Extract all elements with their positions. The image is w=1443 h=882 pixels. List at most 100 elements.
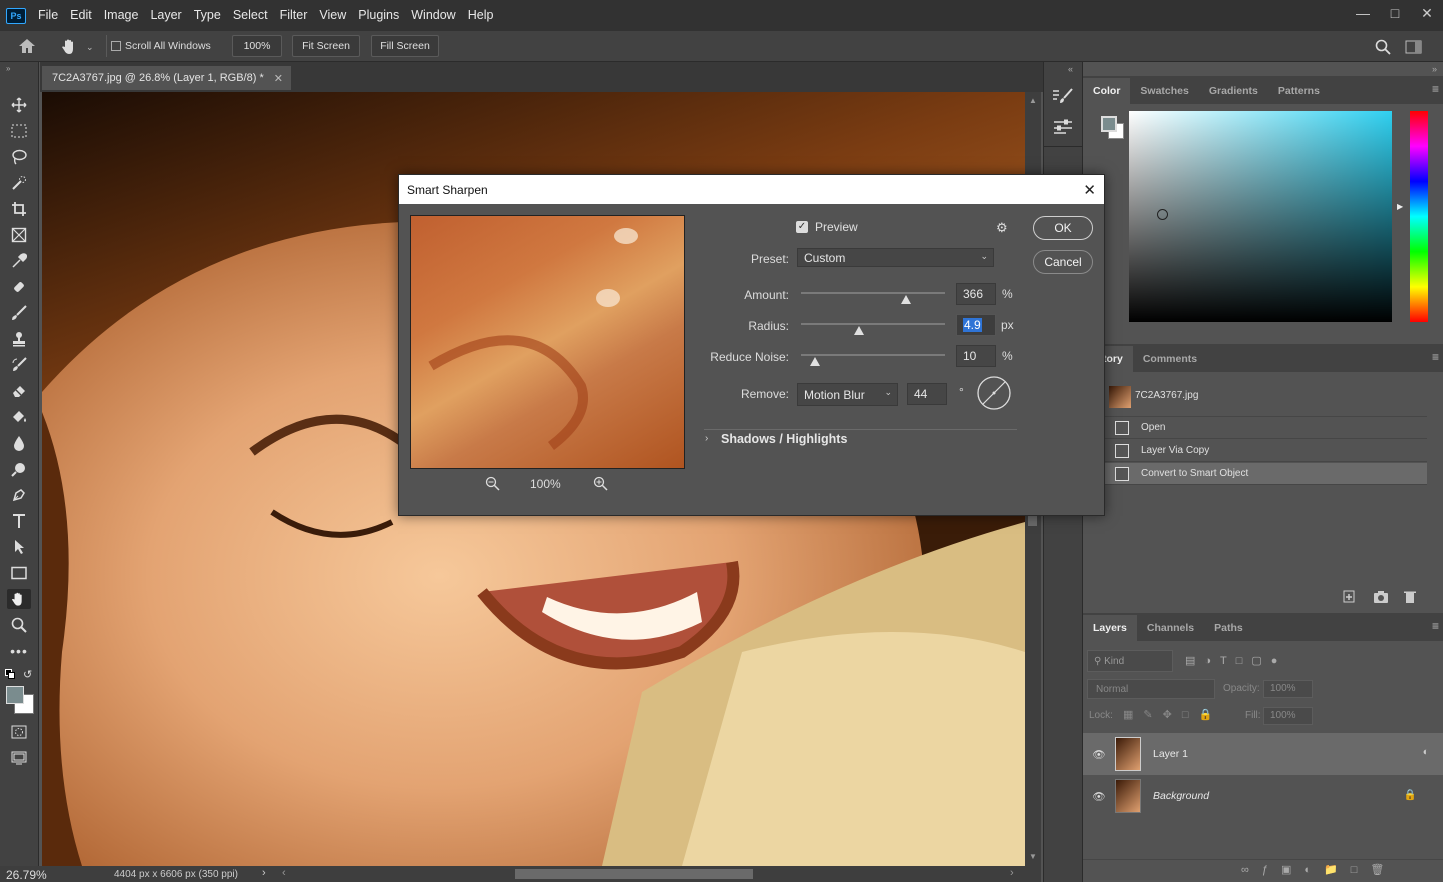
workspace-icon[interactable] (1405, 40, 1423, 54)
more-tools-icon[interactable]: ••• (9, 641, 29, 661)
layer-name[interactable]: Layer 1 (1153, 748, 1188, 760)
cancel-button[interactable]: Cancel (1033, 250, 1093, 274)
maximize-icon[interactable]: □ (1379, 0, 1411, 26)
tab-channels[interactable]: Channels (1137, 615, 1204, 641)
collapse-left-icon[interactable]: « (1068, 64, 1073, 74)
scroll-right-icon[interactable]: › (1010, 867, 1014, 879)
new-document-from-state-icon[interactable] (1341, 590, 1357, 604)
layer-filter-icons[interactable]: ▤◑T□▢● (1185, 654, 1286, 667)
preview-zoom-out-icon[interactable] (485, 476, 500, 491)
type-tool-icon[interactable] (9, 511, 29, 531)
amount-input[interactable]: 366 (956, 283, 996, 305)
collapse-arrows-icon[interactable]: » (6, 64, 10, 73)
chevron-right-icon[interactable]: › (705, 433, 708, 444)
remove-select[interactable]: Motion Blur ⌄ (797, 383, 898, 406)
close-icon[interactable]: ✕ (1411, 0, 1443, 26)
rectangle-tool-icon[interactable] (9, 563, 29, 583)
menu-filter[interactable]: Filter (274, 0, 314, 31)
radius-slider-thumb[interactable] (854, 326, 864, 335)
preview-zoom-in-icon[interactable] (593, 476, 608, 491)
menu-file[interactable]: File (32, 0, 64, 31)
crop-tool-icon[interactable] (9, 199, 29, 219)
color-swatches-fg-bg[interactable] (1101, 114, 1127, 142)
color-picker-cursor[interactable] (1157, 209, 1168, 220)
reduce-noise-input[interactable]: 10 (956, 345, 996, 367)
preset-select[interactable]: Custom ⌄ (797, 248, 994, 267)
swap-colors-icon[interactable]: ↺ (23, 668, 32, 681)
frame-tool-icon[interactable] (9, 225, 29, 245)
quick-selection-tool-icon[interactable] (9, 173, 29, 193)
menu-select[interactable]: Select (227, 0, 274, 31)
fill-input[interactable]: 100% (1263, 707, 1313, 725)
layer-row-background[interactable]: 👁 Background 🔒 (1083, 775, 1443, 817)
dodge-tool-icon[interactable] (9, 459, 29, 479)
brush-settings-icon[interactable] (1052, 88, 1074, 106)
clone-stamp-tool-icon[interactable] (9, 329, 29, 349)
menu-window[interactable]: Window (405, 0, 461, 31)
lasso-tool-icon[interactable] (9, 147, 29, 167)
camera-icon[interactable] (1373, 590, 1389, 604)
menu-image[interactable]: Image (98, 0, 145, 31)
tab-gradients[interactable]: Gradients (1199, 78, 1268, 104)
home-icon[interactable] (18, 38, 36, 54)
scroll-all-windows-checkbox[interactable] (111, 41, 121, 51)
pen-tool-icon[interactable] (9, 485, 29, 505)
radius-slider-track[interactable] (801, 323, 945, 325)
tab-comments[interactable]: Comments (1133, 346, 1207, 372)
status-menu-arrow-icon[interactable]: › (262, 867, 266, 879)
opacity-input[interactable]: 100% (1263, 680, 1313, 698)
document-tab[interactable]: 7C2A3767.jpg @ 26.8% (Layer 1, RGB/8) * … (42, 66, 291, 90)
quick-mask-icon[interactable] (9, 722, 29, 742)
path-selection-tool-icon[interactable] (9, 537, 29, 557)
fill-screen-button[interactable]: Fill Screen (371, 35, 439, 57)
angle-input[interactable]: 44 (907, 383, 947, 405)
menu-type[interactable]: Type (188, 0, 227, 31)
smart-filter-icon[interactable]: ◐ (1423, 746, 1429, 758)
eraser-tool-icon[interactable] (9, 381, 29, 401)
scroll-left-icon[interactable]: ‹ (282, 867, 286, 879)
history-state-layer-via-copy[interactable]: Layer Via Copy (1105, 440, 1427, 462)
eye-icon[interactable]: 👁 (1083, 748, 1115, 761)
default-colors-icon[interactable] (5, 669, 15, 679)
snapshot-name[interactable]: 7C2A3767.jpg (1135, 390, 1198, 401)
menu-plugins[interactable]: Plugins (352, 0, 405, 31)
move-tool-icon[interactable] (9, 95, 29, 115)
history-state-convert-smart-object[interactable]: Convert to Smart Object (1105, 463, 1427, 485)
reduce-noise-slider-thumb[interactable] (810, 357, 820, 366)
panel-menu-icon[interactable]: ≡ (1432, 82, 1439, 96)
tab-paths[interactable]: Paths (1204, 615, 1253, 641)
hue-slider[interactable] (1410, 111, 1428, 322)
lock-icons[interactable]: ▦✎✥□🔒 (1123, 708, 1222, 721)
horizontal-scroll-thumb[interactable] (515, 869, 753, 879)
eyedropper-tool-icon[interactable] (9, 251, 29, 271)
menu-view[interactable]: View (313, 0, 352, 31)
menu-layer[interactable]: Layer (144, 0, 187, 31)
preview-image[interactable] (410, 215, 685, 469)
layer-row-layer-1[interactable]: 👁 Layer 1 ◐ (1083, 733, 1443, 775)
shadows-highlights-toggle[interactable]: Shadows / Highlights (721, 432, 847, 446)
tab-swatches[interactable]: Swatches (1130, 78, 1198, 104)
panel-menu-icon[interactable]: ≡ (1432, 350, 1439, 364)
zoom-readout[interactable]: 26.79% (6, 868, 47, 882)
gear-icon[interactable]: ⚙ (996, 220, 1008, 236)
preview-checkbox[interactable]: ✓ (796, 221, 808, 233)
layer-name[interactable]: Background (1153, 790, 1209, 802)
fit-screen-button[interactable]: Fit Screen (292, 35, 360, 57)
menu-edit[interactable]: Edit (64, 0, 98, 31)
chevron-down-icon[interactable]: ⌄ (86, 42, 94, 53)
screen-mode-icon[interactable] (9, 748, 29, 768)
history-state-open[interactable]: Open (1105, 417, 1427, 439)
collapse-right-icon[interactable]: » (1432, 64, 1437, 74)
marquee-tool-icon[interactable] (9, 121, 29, 141)
foreground-color-swatch[interactable] (6, 686, 24, 704)
zoom-100-button[interactable]: 100% (232, 35, 282, 57)
radius-input[interactable]: 4.9 (956, 314, 996, 336)
search-icon[interactable] (1375, 39, 1391, 55)
hand-tool-icon[interactable] (61, 38, 79, 55)
layer-filter-kind[interactable]: ⚲ Kind (1087, 650, 1173, 672)
panel-menu-icon[interactable]: ≡ (1432, 619, 1439, 633)
brush-tool-icon[interactable] (9, 303, 29, 323)
trash-icon[interactable] (1403, 590, 1417, 604)
dialog-close-icon[interactable]: ✕ (1083, 181, 1096, 199)
tab-color[interactable]: Color (1083, 78, 1131, 104)
